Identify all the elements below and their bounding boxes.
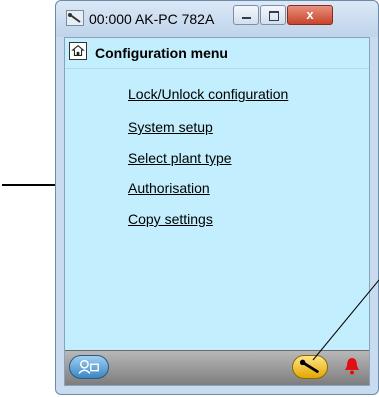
maximize-button[interactable]: [260, 5, 286, 25]
probe-icon: [66, 10, 84, 26]
minimize-button[interactable]: [233, 5, 259, 25]
configuration-menu-panel: Configuration menu Lock/Unlock configura…: [64, 37, 370, 386]
alarm-bell-icon[interactable]: [342, 355, 362, 377]
menu-item-system-setup[interactable]: System setup: [128, 119, 213, 135]
menu-header: Configuration menu: [65, 38, 369, 69]
menu-item-copy-settings[interactable]: Copy settings: [128, 211, 213, 227]
application-window: 00:000 AK-PC 782A x Configuration menu L…: [55, 0, 379, 395]
bottom-toolbar: [65, 350, 369, 385]
wrench-icon: [299, 359, 319, 373]
home-icon[interactable]: [69, 42, 87, 60]
menu-item-lock-unlock-configuration[interactable]: Lock/Unlock configuration: [128, 86, 288, 102]
title-bar[interactable]: 00:000 AK-PC 782A x: [56, 1, 378, 37]
minimize-icon: [242, 17, 251, 19]
window-title: 00:000 AK-PC 782A: [89, 11, 215, 27]
menu-title: Configuration menu: [95, 45, 228, 61]
menu-item-authorisation[interactable]: Authorisation: [128, 180, 210, 196]
user-login-icon: [78, 359, 99, 374]
close-button[interactable]: x: [287, 5, 333, 25]
maximize-icon: [269, 11, 279, 21]
menu-item-select-plant-type[interactable]: Select plant type: [128, 150, 232, 166]
close-icon: x: [306, 7, 314, 22]
user-login-button[interactable]: [69, 355, 109, 379]
service-button[interactable]: [292, 355, 328, 379]
